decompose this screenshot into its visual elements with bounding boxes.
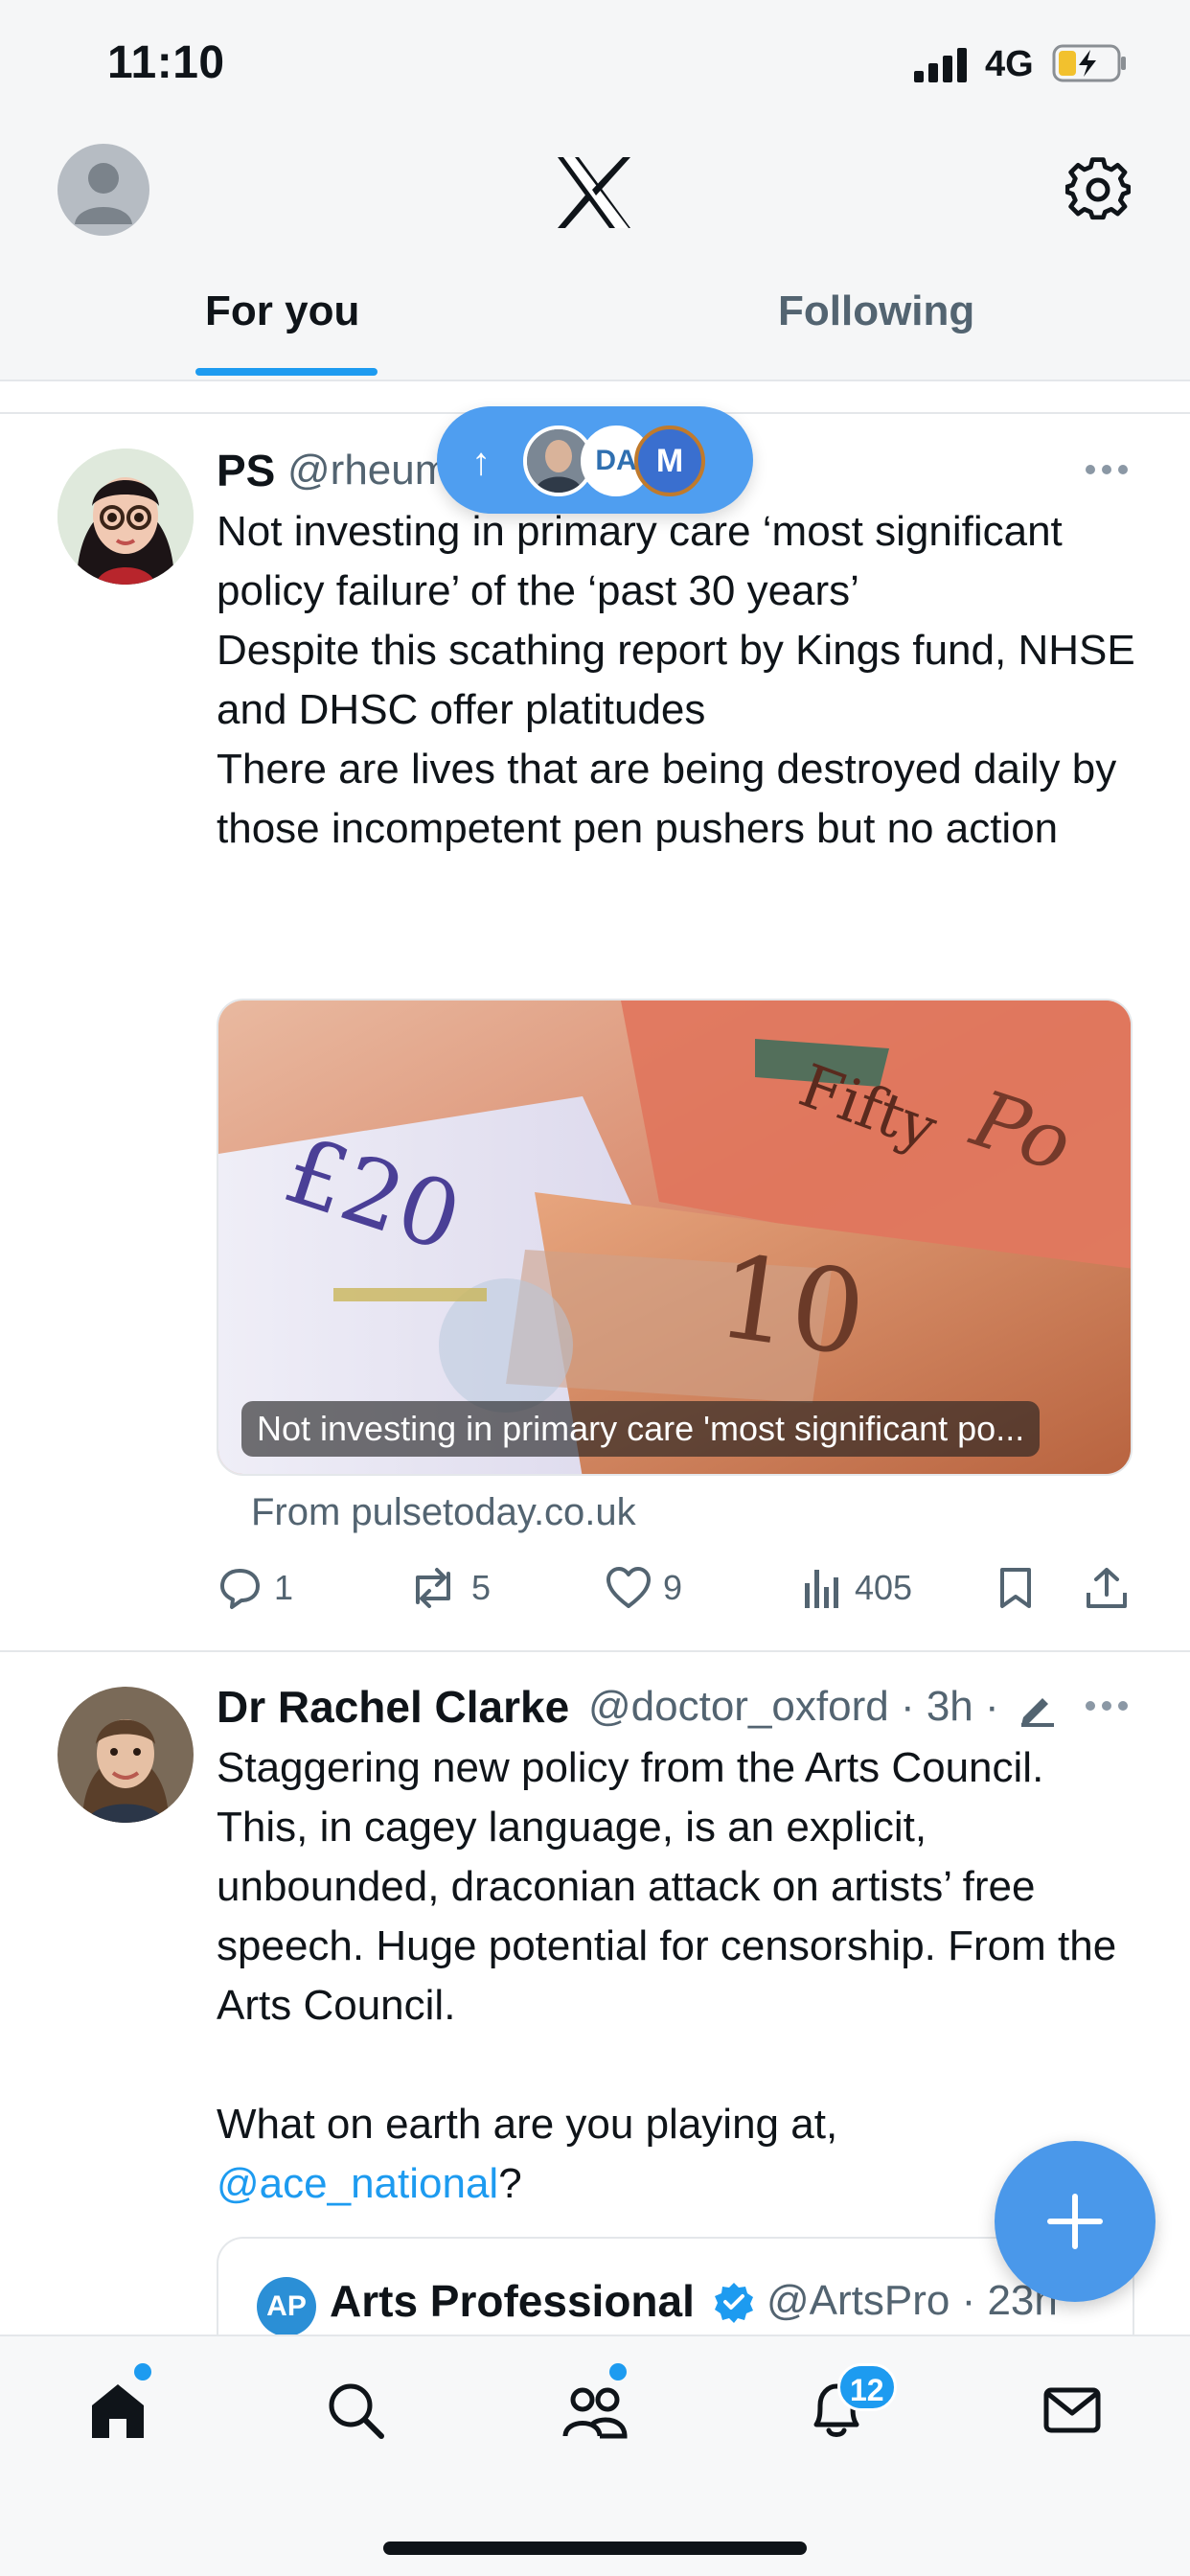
- tweet-author-name[interactable]: Dr Rachel Clarke: [217, 1681, 569, 1733]
- quote-author-name: Arts Professional: [330, 2276, 695, 2326]
- tab-for-you[interactable]: For you: [205, 288, 359, 335]
- notification-count-badge: 12: [837, 2363, 897, 2411]
- link-card-caption: Not investing in primary care 'most sign…: [241, 1401, 1041, 1457]
- x-logo-icon[interactable]: [554, 155, 634, 230]
- more-options-icon[interactable]: [1085, 464, 1129, 475]
- tweet-text: Not investing in primary care ‘most sign…: [217, 508, 1135, 852]
- share-icon: [1087, 1568, 1127, 1608]
- nav-messages[interactable]: [1041, 2379, 1104, 2442]
- views-button[interactable]: 405: [801, 1566, 912, 1610]
- profile-avatar[interactable]: [57, 144, 149, 236]
- status-time: 11:10: [107, 37, 225, 88]
- repost-icon: [416, 1568, 450, 1608]
- nav-home[interactable]: [86, 2379, 149, 2442]
- active-tab-indicator: [195, 368, 378, 376]
- like-button[interactable]: 9: [606, 1566, 682, 1610]
- arrow-up-icon: ↑: [471, 441, 491, 483]
- edited-icon: [1018, 1689, 1056, 1727]
- communities-icon: [562, 2387, 628, 2439]
- settings-gear-icon[interactable]: [1065, 157, 1131, 222]
- more-options-icon[interactable]: [1085, 1700, 1129, 1712]
- nav-communities[interactable]: [561, 2379, 629, 2442]
- tweet-avatar[interactable]: [57, 1687, 194, 1823]
- svg-text:10: 10: [710, 1230, 874, 1383]
- repost-count: 5: [471, 1568, 492, 1607]
- reply-count: 1: [274, 1568, 294, 1607]
- link-card-source[interactable]: From pulsetoday.co.uk: [251, 1491, 636, 1534]
- tweet-avatar[interactable]: [57, 448, 194, 585]
- reply-button[interactable]: 1: [218, 1566, 293, 1610]
- repost-button[interactable]: 5: [406, 1566, 491, 1610]
- network-type: 4G: [985, 44, 1034, 84]
- tweet-author-handle[interactable]: @rheum: [287, 447, 449, 494]
- plus-icon: [1047, 2194, 1103, 2249]
- compose-button[interactable]: [995, 2141, 1156, 2302]
- tweet-text: Staggering new policy from the Arts Coun…: [217, 1738, 1146, 2214]
- new-post-avatar: M: [634, 426, 705, 496]
- new-posts-pill[interactable]: ↑ DA M: [437, 406, 753, 514]
- heart-icon: [606, 1567, 651, 1608]
- reply-icon: [220, 1569, 260, 1609]
- signal-icon: [914, 48, 972, 82]
- messages-icon: [1043, 2387, 1101, 2433]
- app-header: For you Following: [0, 134, 1190, 380]
- tab-following[interactable]: Following: [778, 288, 974, 335]
- tweet-divider: [0, 1650, 1190, 1652]
- mention-link[interactable]: @ace_national: [217, 2160, 498, 2207]
- nav-search[interactable]: [324, 2379, 387, 2442]
- views-icon: [805, 1570, 838, 1608]
- bookmark-icon: [1000, 1568, 1031, 1608]
- home-indicator: [383, 2542, 807, 2555]
- views-count: 405: [855, 1568, 913, 1607]
- link-card-image[interactable]: £20 10 Fifty Po Not investing in primary…: [217, 999, 1133, 1476]
- search-icon: [329, 2383, 384, 2439]
- home-unread-dot: [134, 2363, 151, 2380]
- tweet-author-handle[interactable]: @doctor_oxford · 3h ·: [588, 1683, 999, 1731]
- home-icon: [92, 2384, 144, 2438]
- bookmark-button[interactable]: [996, 1566, 1035, 1610]
- share-button[interactable]: [1085, 1566, 1129, 1610]
- header-divider: [0, 380, 1190, 381]
- tweet-text-end: ?: [498, 2160, 522, 2207]
- communities-unread-dot: [609, 2363, 627, 2380]
- status-bar: 11:10 4G: [0, 0, 1190, 134]
- tweet-author-name[interactable]: PS: [217, 445, 275, 496]
- verified-badge-icon: [713, 2281, 755, 2323]
- like-count: 9: [663, 1568, 683, 1607]
- quote-avatar: AP: [257, 2277, 316, 2336]
- bottom-nav: 12: [0, 2334, 1190, 2576]
- tweet-text-body: Staggering new policy from the Arts Coun…: [217, 1744, 1117, 2148]
- battery-icon: [1052, 44, 1129, 82]
- quote-author-handle: @ArtsPro · 23h: [767, 2277, 1058, 2324]
